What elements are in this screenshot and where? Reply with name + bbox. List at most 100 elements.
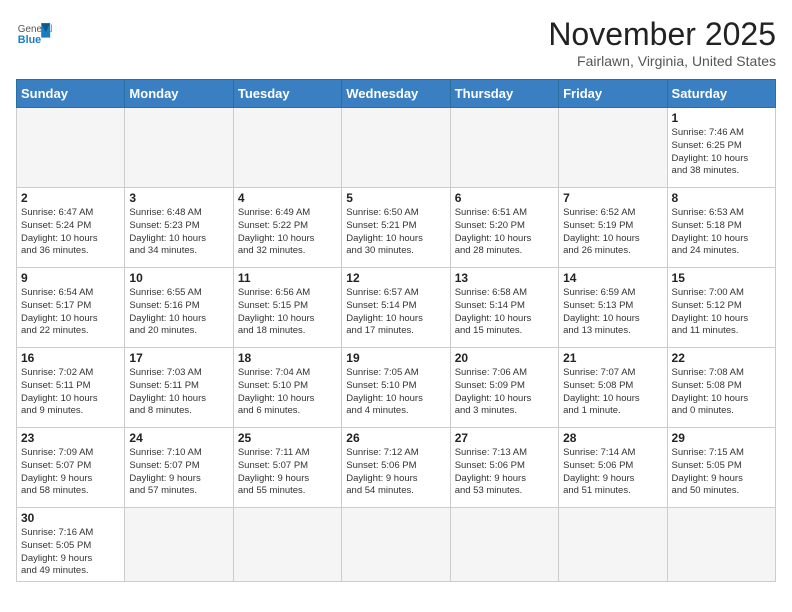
calendar-cell: 29Sunrise: 7:15 AM Sunset: 5:05 PM Dayli… — [667, 428, 775, 508]
weekday-header-friday: Friday — [559, 80, 667, 108]
logo-icon: General Blue — [16, 16, 52, 52]
day-info: Sunrise: 6:52 AM Sunset: 5:19 PM Dayligh… — [563, 207, 662, 258]
day-number: 28 — [563, 431, 662, 445]
calendar-cell: 24 Sunrise: 7:10 AM Sunset: 5:07 PM Dayli… — [125, 428, 233, 508]
calendar-cell — [125, 508, 233, 582]
day-info: Sunrise: 6:55 AM Sunset: 5:16 PM Dayligh… — [129, 287, 228, 338]
day-number: 5 — [346, 191, 445, 205]
day-number: 23 — [21, 431, 120, 445]
calendar-cell: 10 Sunrise: 6:55 AM Sunset: 5:16 PM Dayli… — [125, 268, 233, 348]
day-number: 12 — [346, 271, 445, 285]
day-info: Sunrise: 7:11 AM Sunset: 5:07 PM Dayligh… — [238, 447, 337, 498]
day-info: Sunrise: 6:57 AM Sunset: 5:14 PM Dayligh… — [346, 287, 445, 338]
day-info: Sunrise: 7:07 AM Sunset: 5:08 PM Dayligh… — [563, 367, 662, 418]
day-info: Sunrise: 7:09 AM Sunset: 5:07 PM Dayligh… — [21, 447, 120, 498]
page-header: General Blue November 2025 Fairlawn, Vir… — [16, 16, 776, 69]
calendar-cell: 19Sunrise: 7:05 AM Sunset: 5:10 PM Dayli… — [342, 348, 450, 428]
day-number: 6 — [455, 191, 554, 205]
day-number: 22 — [672, 351, 771, 365]
calendar-cell: 25 Sunrise: 7:11 AM Sunset: 5:07 PM Dayli… — [233, 428, 341, 508]
calendar-week-3: 16Sunrise: 7:02 AM Sunset: 5:11 PM Dayli… — [17, 348, 776, 428]
day-info: Sunrise: 7:10 AM Sunset: 5:07 PM Dayligh… — [129, 447, 228, 498]
day-info: Sunrise: 7:14 AM Sunset: 5:06 PM Dayligh… — [563, 447, 662, 498]
calendar-cell: 30 Sunrise: 7:16 AM Sunset: 5:05 PM Dayli… — [17, 508, 125, 582]
day-number: 21 — [563, 351, 662, 365]
calendar-cell: 28 Sunrise: 7:14 AM Sunset: 5:06 PM Dayli… — [559, 428, 667, 508]
day-number: 30 — [21, 511, 120, 525]
day-info: Sunrise: 6:47 AM Sunset: 5:24 PM Dayligh… — [21, 207, 120, 258]
day-info: Sunrise: 7:02 AM Sunset: 5:11 PM Dayligh… — [21, 367, 120, 418]
day-number: 7 — [563, 191, 662, 205]
day-info: Sunrise: 7:13 AM Sunset: 5:06 PM Dayligh… — [455, 447, 554, 498]
day-info: Sunrise: 6:49 AM Sunset: 5:22 PM Dayligh… — [238, 207, 337, 258]
calendar-cell: 27Sunrise: 7:13 AM Sunset: 5:06 PM Dayli… — [450, 428, 558, 508]
calendar-cell: 20 Sunrise: 7:06 AM Sunset: 5:09 PM Dayli… — [450, 348, 558, 428]
day-number: 15 — [672, 271, 771, 285]
day-number: 8 — [672, 191, 771, 205]
logo: General Blue — [16, 16, 52, 52]
day-number: 2 — [21, 191, 120, 205]
calendar-cell: 4 Sunrise: 6:49 AM Sunset: 5:22 PM Daylig… — [233, 188, 341, 268]
day-number: 4 — [238, 191, 337, 205]
day-info: Sunrise: 6:53 AM Sunset: 5:18 PM Dayligh… — [672, 207, 771, 258]
weekday-header-wednesday: Wednesday — [342, 80, 450, 108]
day-info: Sunrise: 6:48 AM Sunset: 5:23 PM Dayligh… — [129, 207, 228, 258]
calendar-cell — [559, 108, 667, 188]
calendar-cell: 18 Sunrise: 7:04 AM Sunset: 5:10 PM Dayli… — [233, 348, 341, 428]
calendar-cell: 22Sunrise: 7:08 AM Sunset: 5:08 PM Dayli… — [667, 348, 775, 428]
day-number: 11 — [238, 271, 337, 285]
day-info: Sunrise: 6:50 AM Sunset: 5:21 PM Dayligh… — [346, 207, 445, 258]
calendar-cell: 26 Sunrise: 7:12 AM Sunset: 5:06 PM Dayli… — [342, 428, 450, 508]
calendar-week-1: 2 Sunrise: 6:47 AM Sunset: 5:24 PM Daylig… — [17, 188, 776, 268]
day-info: Sunrise: 7:16 AM Sunset: 5:05 PM Dayligh… — [21, 527, 120, 578]
calendar-week-0: 1Sunrise: 7:46 AM Sunset: 6:25 PM Daylig… — [17, 108, 776, 188]
calendar-cell: 13Sunrise: 6:58 AM Sunset: 5:14 PM Dayli… — [450, 268, 558, 348]
calendar-cell — [342, 108, 450, 188]
day-info: Sunrise: 6:56 AM Sunset: 5:15 PM Dayligh… — [238, 287, 337, 338]
calendar-cell: 7 Sunrise: 6:52 AM Sunset: 5:19 PM Daylig… — [559, 188, 667, 268]
calendar-week-2: 9Sunrise: 6:54 AM Sunset: 5:17 PM Daylig… — [17, 268, 776, 348]
calendar-cell — [233, 508, 341, 582]
calendar-cell: 11 Sunrise: 6:56 AM Sunset: 5:15 PM Dayli… — [233, 268, 341, 348]
calendar-cell: 21 Sunrise: 7:07 AM Sunset: 5:08 PM Dayli… — [559, 348, 667, 428]
calendar-cell: 6 Sunrise: 6:51 AM Sunset: 5:20 PM Daylig… — [450, 188, 558, 268]
day-info: Sunrise: 7:04 AM Sunset: 5:10 PM Dayligh… — [238, 367, 337, 418]
calendar-cell: 8 Sunrise: 6:53 AM Sunset: 5:18 PM Daylig… — [667, 188, 775, 268]
calendar-cell: 9Sunrise: 6:54 AM Sunset: 5:17 PM Daylig… — [17, 268, 125, 348]
calendar-cell — [559, 508, 667, 582]
day-info: Sunrise: 6:51 AM Sunset: 5:20 PM Dayligh… — [455, 207, 554, 258]
weekday-header-sunday: Sunday — [17, 80, 125, 108]
calendar-table: SundayMondayTuesdayWednesdayThursdayFrid… — [16, 79, 776, 582]
calendar-cell — [667, 508, 775, 582]
month-title: November 2025 — [548, 16, 776, 53]
day-number: 25 — [238, 431, 337, 445]
day-number: 26 — [346, 431, 445, 445]
day-info: Sunrise: 7:06 AM Sunset: 5:09 PM Dayligh… — [455, 367, 554, 418]
calendar-cell: 1Sunrise: 7:46 AM Sunset: 6:25 PM Daylig… — [667, 108, 775, 188]
calendar-cell: 12 Sunrise: 6:57 AM Sunset: 5:14 PM Dayli… — [342, 268, 450, 348]
calendar-header-row: SundayMondayTuesdayWednesdayThursdayFrid… — [17, 80, 776, 108]
calendar-cell: 23 Sunrise: 7:09 AM Sunset: 5:07 PM Dayli… — [17, 428, 125, 508]
weekday-header-monday: Monday — [125, 80, 233, 108]
calendar-cell — [450, 108, 558, 188]
day-number: 20 — [455, 351, 554, 365]
day-info: Sunrise: 6:58 AM Sunset: 5:14 PM Dayligh… — [455, 287, 554, 338]
day-number: 18 — [238, 351, 337, 365]
day-info: Sunrise: 7:15 AM Sunset: 5:05 PM Dayligh… — [672, 447, 771, 498]
day-number: 19 — [346, 351, 445, 365]
weekday-header-saturday: Saturday — [667, 80, 775, 108]
day-info: Sunrise: 6:59 AM Sunset: 5:13 PM Dayligh… — [563, 287, 662, 338]
calendar-cell: 14Sunrise: 6:59 AM Sunset: 5:13 PM Dayli… — [559, 268, 667, 348]
title-block: November 2025 Fairlawn, Virginia, United… — [548, 16, 776, 69]
location: Fairlawn, Virginia, United States — [548, 53, 776, 69]
day-number: 24 — [129, 431, 228, 445]
day-number: 9 — [21, 271, 120, 285]
day-info: Sunrise: 7:12 AM Sunset: 5:06 PM Dayligh… — [346, 447, 445, 498]
day-number: 17 — [129, 351, 228, 365]
calendar-cell: 5 Sunrise: 6:50 AM Sunset: 5:21 PM Daylig… — [342, 188, 450, 268]
calendar-cell — [125, 108, 233, 188]
day-info: Sunrise: 7:00 AM Sunset: 5:12 PM Dayligh… — [672, 287, 771, 338]
calendar-cell: 17Sunrise: 7:03 AM Sunset: 5:11 PM Dayli… — [125, 348, 233, 428]
calendar-cell — [233, 108, 341, 188]
day-number: 10 — [129, 271, 228, 285]
